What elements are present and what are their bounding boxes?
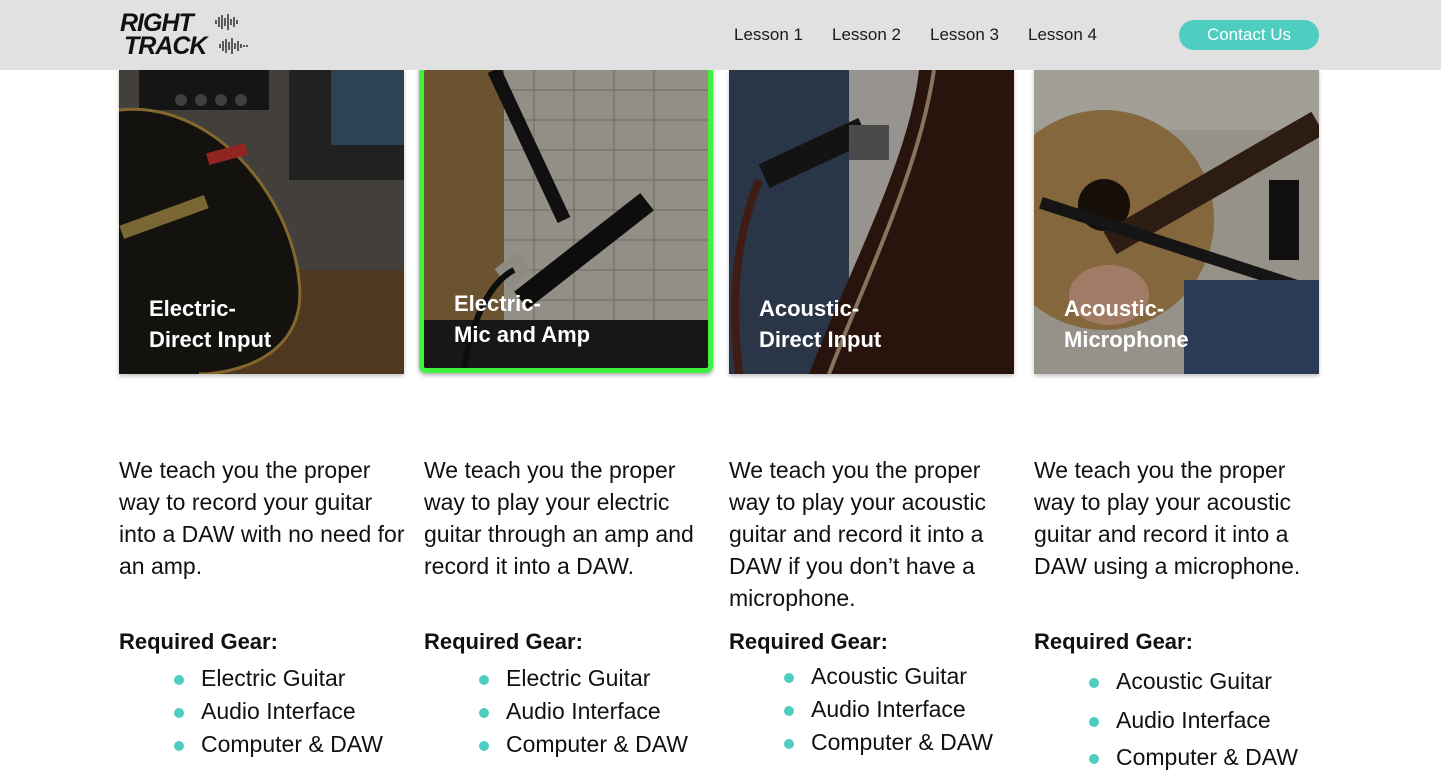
bullet-icon [479, 741, 489, 751]
card-title: Acoustic- Microphone [1064, 293, 1189, 355]
bullet-icon [784, 706, 794, 716]
card-title-line-1: Acoustic- [1064, 296, 1165, 321]
gear-item: Acoustic Guitar [784, 663, 993, 696]
card-title-line-1: Acoustic- [759, 296, 860, 321]
bullet-icon [479, 675, 489, 685]
gear-item: Electric Guitar [479, 665, 688, 698]
bullet-icon [174, 741, 184, 751]
lesson-description: We teach you the proper way to record yo… [119, 457, 405, 579]
gear-heading: Required Gear: [119, 629, 278, 654]
card-title-line-2: Direct Input [149, 327, 272, 352]
card-title-line-1: Electric- [454, 291, 541, 316]
lesson-description: We teach you the proper way to play your… [424, 457, 694, 579]
gear-item: Audio Interface [1089, 707, 1298, 744]
bullet-icon [784, 739, 794, 749]
gear-item-label: Computer & DAW [201, 731, 383, 757]
lesson-description: We teach you the proper way to play your… [729, 457, 986, 611]
gear-item-label: Audio Interface [506, 698, 661, 724]
gear-item: Acoustic Guitar [1089, 668, 1298, 707]
waveform-icon [215, 14, 248, 54]
gear-item: Computer & DAW [784, 729, 993, 762]
gear-list: Electric Guitar Audio Interface Computer… [479, 665, 688, 764]
nav-lesson-2[interactable]: Lesson 2 [832, 24, 901, 46]
nav-lesson-3[interactable]: Lesson 3 [930, 24, 999, 46]
gear-item-label: Acoustic Guitar [1116, 668, 1272, 694]
site-header: RIGHT TRACK Lesson 1 Lesson 2 Lesson 3 L… [0, 0, 1441, 70]
gear-item: Audio Interface [479, 698, 688, 731]
gear-item: Electric Guitar [174, 665, 383, 698]
card-electric-direct-input[interactable]: Electric- Direct Input [119, 70, 404, 374]
bullet-icon [174, 708, 184, 718]
gear-item-label: Audio Interface [201, 698, 356, 724]
lesson-description: We teach you the proper way to play your… [1034, 457, 1301, 579]
gear-item-label: Acoustic Guitar [811, 663, 967, 689]
bullet-icon [1089, 754, 1099, 764]
card-title: Electric- Direct Input [149, 293, 271, 355]
gear-item-label: Computer & DAW [1116, 744, 1298, 770]
card-title-line-2: Microphone [1064, 327, 1189, 352]
card-acoustic-direct-input[interactable]: Acoustic- Direct Input [729, 70, 1014, 374]
gear-heading: Required Gear: [729, 629, 888, 654]
gear-item: Audio Interface [784, 696, 993, 729]
bullet-icon [1089, 717, 1099, 727]
main-nav: Lesson 1 Lesson 2 Lesson 3 Lesson 4 [734, 24, 1126, 46]
gear-item: Computer & DAW [479, 731, 688, 764]
card-title: Acoustic- Direct Input [759, 293, 881, 355]
gear-item: Computer & DAW [174, 731, 383, 764]
gear-heading: Required Gear: [1034, 629, 1193, 654]
gear-item-label: Electric Guitar [201, 665, 346, 691]
card-title: Electric- Mic and Amp [454, 288, 590, 350]
bullet-icon [479, 708, 489, 718]
card-title-line-2: Direct Input [759, 327, 882, 352]
gear-item: Computer & DAW [1089, 744, 1298, 777]
gear-heading: Required Gear: [424, 629, 583, 654]
card-title-line-1: Electric- [149, 296, 236, 321]
brand-logo[interactable]: RIGHT TRACK [118, 10, 253, 62]
card-title-line-2: Mic and Amp [454, 322, 591, 347]
gear-item-label: Audio Interface [1116, 707, 1271, 733]
contact-us-button[interactable]: Contact Us [1179, 20, 1319, 50]
bullet-icon [174, 675, 184, 685]
gear-item-label: Audio Interface [811, 696, 966, 722]
card-electric-mic-and-amp[interactable]: Electric- Mic and Amp [419, 65, 713, 373]
gear-item-label: Computer & DAW [506, 731, 688, 757]
gear-list: Acoustic Guitar Audio Interface Computer… [784, 663, 993, 762]
bullet-icon [784, 673, 794, 683]
gear-list: Electric Guitar Audio Interface Computer… [174, 665, 383, 764]
gear-item-label: Computer & DAW [811, 729, 993, 755]
nav-lesson-4[interactable]: Lesson 4 [1028, 24, 1097, 46]
gear-item: Audio Interface [174, 698, 383, 731]
gear-item-label: Electric Guitar [506, 665, 651, 691]
bullet-icon [1089, 678, 1099, 688]
gear-list: Acoustic Guitar Audio Interface Computer… [1089, 668, 1298, 777]
card-acoustic-microphone[interactable]: Acoustic- Microphone [1034, 70, 1319, 374]
nav-lesson-1[interactable]: Lesson 1 [734, 24, 803, 46]
